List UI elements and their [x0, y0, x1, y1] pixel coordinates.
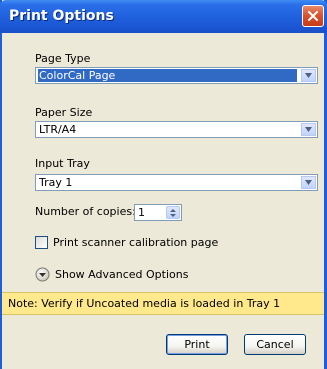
chevron-down-icon — [305, 127, 312, 132]
chevron-down-icon — [305, 73, 312, 78]
calibration-checkbox[interactable] — [35, 236, 48, 249]
close-icon — [308, 11, 318, 21]
paper-size-label: Paper Size — [35, 106, 93, 119]
advanced-options-label[interactable]: Show Advanced Options — [55, 268, 188, 281]
spinner-arrows-icon — [170, 209, 176, 217]
paper-size-value: LTR/A4 — [39, 123, 77, 136]
expand-circle-icon[interactable] — [35, 267, 50, 282]
page-type-label: Page Type — [35, 52, 91, 65]
copies-label: Number of copies: — [35, 205, 136, 218]
copies-value[interactable]: 1 — [138, 206, 145, 219]
cancel-button[interactable]: Cancel — [244, 334, 306, 355]
print-options-dialog: Print Options Page Type ColorCal Page Pa… — [0, 0, 327, 369]
page-type-value: ColorCal Page — [38, 69, 297, 82]
page-type-select[interactable]: ColorCal Page — [35, 67, 318, 84]
dialog-title: Print Options — [9, 8, 114, 24]
input-tray-value: Tray 1 — [39, 176, 73, 189]
copies-spin-button[interactable] — [166, 206, 180, 219]
close-button[interactable] — [302, 5, 324, 27]
page-type-dropdown-button[interactable] — [301, 69, 316, 82]
input-tray-label: Input Tray — [35, 157, 90, 170]
input-tray-select[interactable]: Tray 1 — [35, 174, 318, 191]
chevron-down-icon — [305, 180, 312, 185]
print-button[interactable]: Print — [166, 334, 228, 355]
copies-stepper[interactable]: 1 — [134, 204, 182, 221]
input-tray-dropdown-button[interactable] — [301, 176, 316, 189]
title-bar[interactable]: Print Options — [0, 0, 327, 33]
note-bar: Note: Verify if Uncoated media is loaded… — [2, 292, 324, 315]
paper-size-select[interactable]: LTR/A4 — [35, 121, 318, 138]
calibration-label[interactable]: Print scanner calibration page — [53, 236, 218, 249]
note-text: Note: Verify if Uncoated media is loaded… — [8, 297, 281, 310]
paper-size-dropdown-button[interactable] — [301, 123, 316, 136]
